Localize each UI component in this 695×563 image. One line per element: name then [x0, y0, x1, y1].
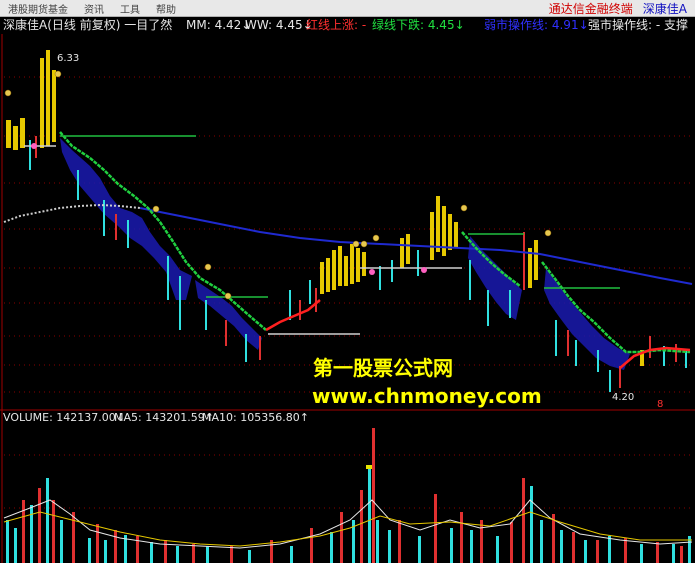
strong-market-line: 强市操作线: - 支撑: [588, 18, 689, 32]
stock-chart-app: 港股期货基金 资讯 工具 帮助 通达信金融终端 深康佳A 深康佳A(日线 前复权…: [0, 0, 695, 563]
chart-canvas: [0, 34, 695, 563]
menu-item-tools[interactable]: 工具: [112, 1, 148, 16]
volume-value: VOLUME: 142137.00↓: [3, 411, 125, 424]
current-stock-name[interactable]: 深康佳A: [643, 0, 687, 17]
terminal-name: 通达信金融终端: [548, 1, 633, 16]
menu-item-help[interactable]: 帮助: [148, 1, 184, 16]
ww-value: WW: 4.45↓: [245, 18, 313, 32]
red-line-up: 红线上涨: -: [306, 18, 367, 32]
menu-item-futures[interactable]: 港股期货基金: [0, 1, 76, 16]
menu-bar: 港股期货基金 资讯 工具 帮助 通达信金融终端 深康佳A: [0, 0, 695, 17]
volume-ma5: MA5: 143201.59↑: [114, 411, 214, 424]
mm-value: MM: 4.42↓: [186, 18, 252, 32]
high-price-label: 6.33: [57, 53, 80, 64]
green-line-down: 绿线下跌: 4.45↓: [372, 18, 465, 32]
low-price-label: 4.20: [612, 392, 635, 403]
menu-right-area: 通达信金融终端 深康佳A: [549, 0, 695, 16]
weak-market-line: 弱市操作线: 4.91↓: [484, 18, 589, 32]
menu-item-news[interactable]: 资讯: [76, 1, 112, 16]
indicator-header: 深康佳A(日线 前复权) 一目了然 MM: 4.42↓ WW: 4.45↓ 红线…: [0, 16, 695, 34]
chart-title: 深康佳A(日线 前复权) 一目了然: [3, 18, 173, 32]
marker-label: 8: [657, 399, 664, 410]
watermark-site-name: 第一股票公式网: [313, 356, 453, 380]
volume-header: VOLUME: 142137.00↓ MA5: 143201.59↑ MA10:…: [0, 411, 695, 425]
watermark-site-url: www.chnmoney.com: [312, 384, 542, 408]
volume-ma10: MA10: 105356.80↑: [202, 411, 309, 424]
